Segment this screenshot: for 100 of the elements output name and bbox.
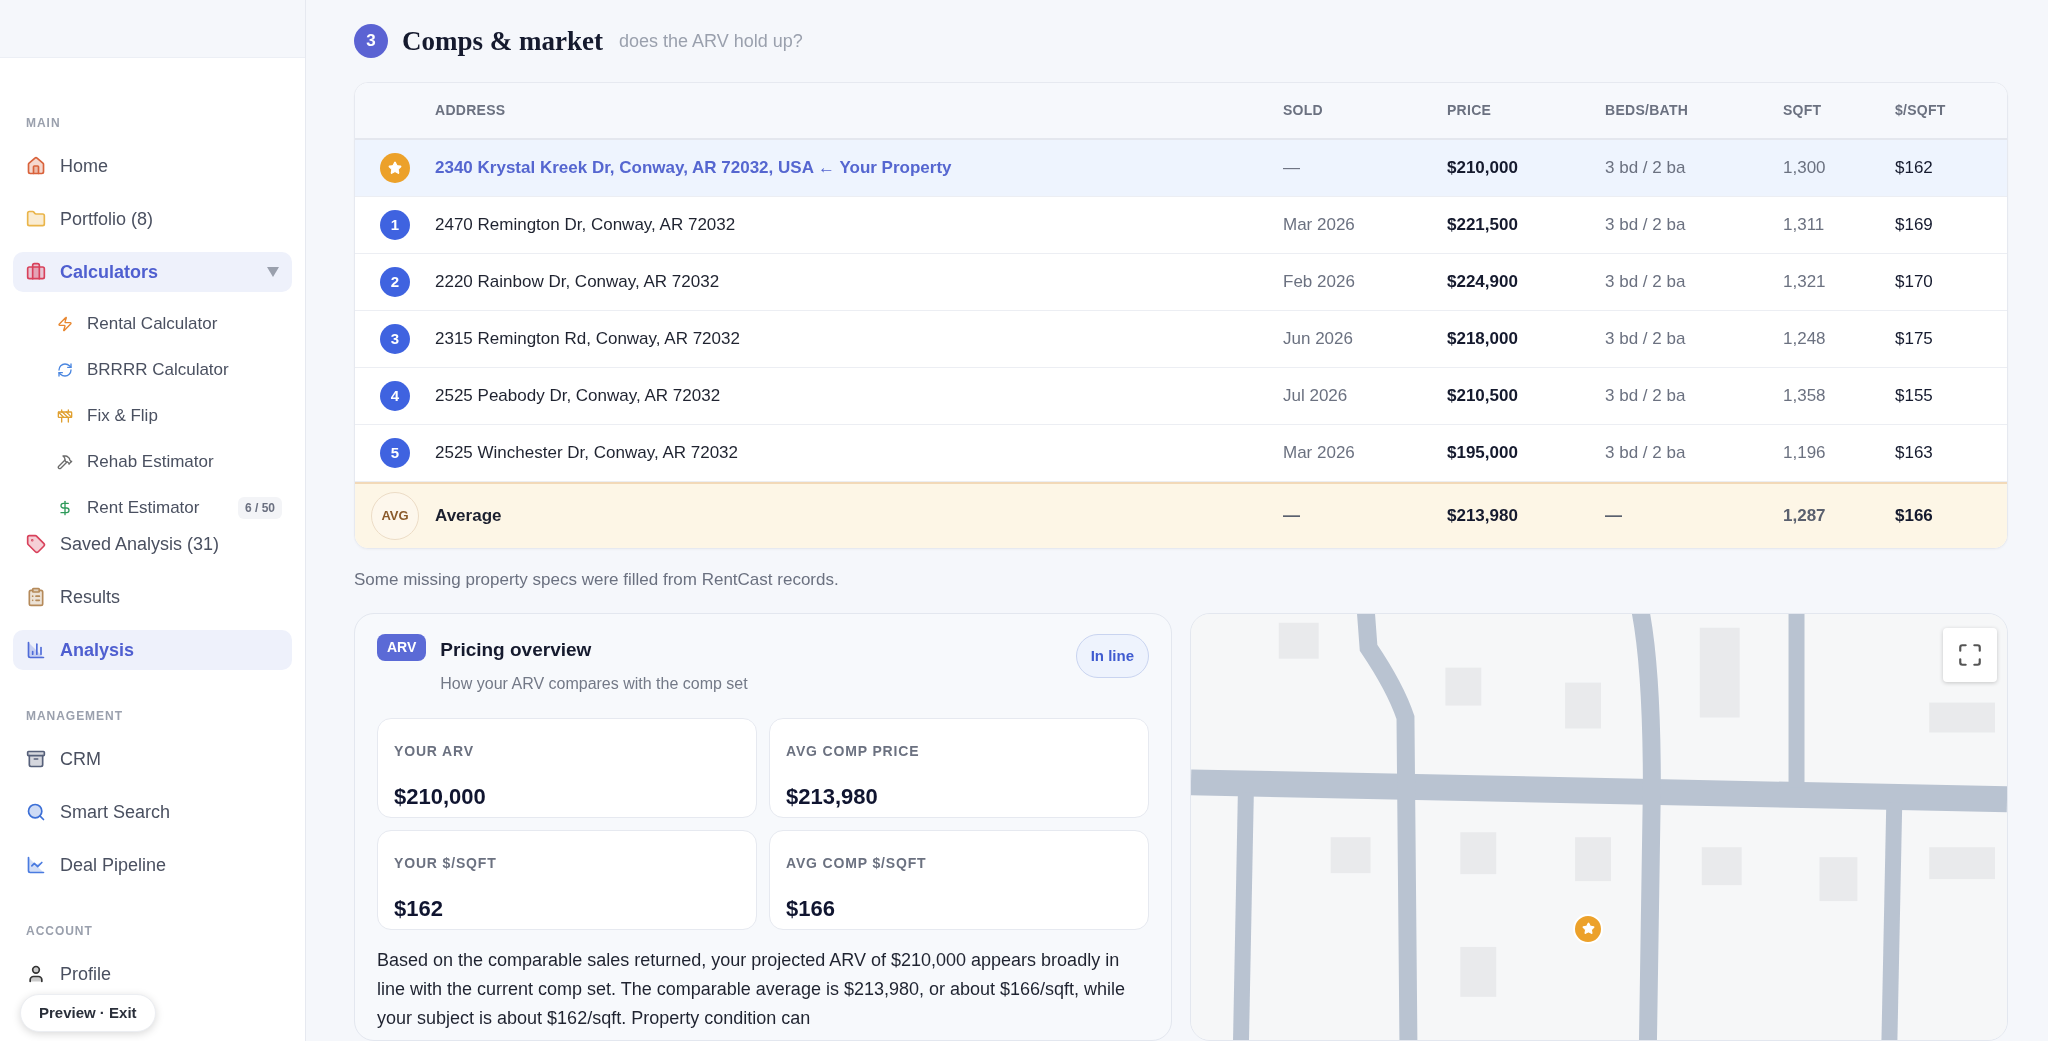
nav-subitem[interactable]: Fix & Flip (13, 398, 292, 434)
table-cell-text: $210,000 (1447, 157, 1518, 180)
nav-item[interactable]: Deal Pipeline (13, 845, 292, 885)
section-heading: MANAGEMENT (25, 708, 124, 725)
fullscreen-icon (1957, 641, 1983, 668)
card-subtitle: How your ARV compares with the comp set (440, 674, 749, 694)
bar-chart-icon (26, 640, 46, 660)
number-marker: 1 (380, 210, 410, 240)
stat-label: AVG COMP PRICE (786, 742, 921, 761)
stat-label: YOUR ARV (394, 742, 475, 761)
table-note: Some missing property specs were filled from RentCast records. (354, 569, 840, 591)
preview-exit-button[interactable]: Preview · Exit (20, 994, 156, 1032)
column-header: BEDS/BATH (1605, 101, 1689, 120)
nav-subitem[interactable]: Rental Calculator (13, 306, 292, 342)
nav-item[interactable]: Saved Analysis (31) (13, 524, 292, 564)
table-cell-text: $163 (1895, 442, 1933, 465)
nav-item[interactable]: CRM (13, 739, 292, 779)
table-cell-text: Mar 2026 (1283, 442, 1355, 465)
section-title: Comps & market (402, 24, 603, 58)
nav-subitem[interactable]: Rent Estimator 6 / 50 (13, 490, 292, 526)
table-cell-text: $213,980 (1447, 505, 1518, 528)
lightning-icon (57, 316, 73, 332)
nav-item[interactable]: Profile (13, 954, 292, 994)
table-cell-text: 1,196 (1783, 442, 1826, 465)
fullscreen-button[interactable] (1943, 627, 1997, 682)
line-chart-icon (26, 855, 46, 875)
briefcase-icon (26, 262, 46, 282)
table-cell-text: $195,000 (1447, 442, 1518, 465)
stat-value: $162 (394, 895, 444, 923)
card-title: Pricing overview (440, 637, 593, 662)
stat-label: AVG COMP $/SQFT (786, 854, 928, 873)
nav-item[interactable]: Analysis (13, 630, 292, 670)
summary-paragraph: Based on the comparable sales returned, your projected ARV of $210,000 appears broadly in line with the current comp set. The comparable average is $213,980, or about $166/sqft, while your subject is about $162/sqft. Property condition can (377, 949, 1127, 1030)
nav-subitem[interactable]: BRRRR Calculator (13, 352, 292, 388)
address-cell-text: 2525 Winchester Dr, Conway, AR 72032 (435, 442, 738, 465)
table-cell-text: $224,900 (1447, 271, 1518, 294)
table-cell-text: 3 bd / 2 ba (1605, 157, 1686, 180)
address-cell-text: 2315 Remington Rd, Conway, AR 72032 (435, 328, 740, 351)
table-cell-text: $170 (1895, 271, 1933, 294)
arv-badge: ARV (377, 633, 427, 661)
table-cell-text: $218,000 (1447, 328, 1518, 351)
search-icon (26, 802, 46, 822)
nav-item[interactable]: Portfolio (8) (13, 199, 292, 239)
column-header: ADDRESS (435, 101, 506, 120)
nav-item[interactable]: Home (13, 146, 292, 186)
table-cell-text: $175 (1895, 328, 1933, 351)
number-marker: 2 (380, 267, 410, 297)
table-cell-text: $169 (1895, 214, 1933, 237)
nav-item[interactable]: Smart Search (13, 792, 292, 832)
status-badge: In line (1075, 633, 1149, 678)
column-header: SQFT (1783, 101, 1822, 120)
average-marker: AVG (371, 492, 419, 540)
table-cell-text: $155 (1895, 385, 1933, 408)
table-cell-text: 1,311 (1783, 214, 1825, 237)
address-cell-text: Average (435, 505, 502, 528)
table-cell-text: 1,321 (1783, 271, 1826, 294)
table-cell-text: — (1283, 505, 1300, 528)
dollar-icon (57, 500, 73, 516)
stat-value: $210,000 (394, 783, 487, 811)
table-cell-text: 1,287 (1783, 505, 1826, 528)
table-cell-text: $162 (1895, 157, 1933, 180)
folder-icon (26, 209, 46, 229)
table-cell-text: $166 (1895, 505, 1933, 528)
column-header: SOLD (1283, 101, 1323, 120)
cabinet-icon (26, 749, 46, 769)
table-cell-text: 3 bd / 2 ba (1605, 442, 1686, 465)
stat-value: $166 (786, 895, 836, 923)
table-cell-text: 3 bd / 2 ba (1605, 328, 1686, 351)
nav-subitem[interactable]: Rehab Estimator (13, 444, 292, 480)
table-cell-text: — (1605, 505, 1622, 528)
count-badge: 6 / 50 (237, 497, 282, 519)
table-cell-text: 1,248 (1783, 328, 1826, 351)
table-cell-text: 3 bd / 2 ba (1605, 214, 1686, 237)
column-header: PRICE (1447, 101, 1492, 120)
refresh-icon (57, 362, 73, 378)
section-heading: MAIN (25, 115, 62, 132)
table-cell-text: Feb 2026 (1283, 271, 1355, 294)
table-cell-text: Jun 2026 (1283, 328, 1353, 351)
table-cell-text: 3 bd / 2 ba (1605, 385, 1686, 408)
table-cell-text: 1,300 (1783, 157, 1826, 180)
section-subtitle: does the ARV hold up? (619, 29, 803, 53)
hammer-icon (57, 454, 73, 470)
house-icon (26, 156, 46, 176)
table-cell-text: 3 bd / 2 ba (1605, 271, 1686, 294)
address-cell-text: 2470 Remington Dr, Conway, AR 72032 (435, 214, 736, 237)
number-marker: 3 (380, 324, 410, 354)
nav-item[interactable]: Results (13, 577, 292, 617)
number-marker: 5 (380, 438, 410, 468)
nav-item[interactable]: Calculators (13, 252, 292, 292)
person-icon (26, 964, 46, 984)
table-cell-text: 1,358 (1783, 385, 1826, 408)
column-header: $/SQFT (1895, 101, 1946, 120)
address-cell-text: 2220 Rainbow Dr, Conway, AR 72032 (435, 271, 720, 294)
section-heading: ACCOUNT (25, 923, 94, 940)
table-cell-text: $210,500 (1447, 385, 1518, 408)
tag-icon (26, 534, 46, 554)
table-cell-text: Jul 2026 (1283, 385, 1348, 408)
stat-value: $213,980 (786, 783, 879, 811)
address-cell-text: 2525 Peabody Dr, Conway, AR 72032 (435, 385, 721, 408)
table-cell-text: $221,500 (1447, 214, 1518, 237)
